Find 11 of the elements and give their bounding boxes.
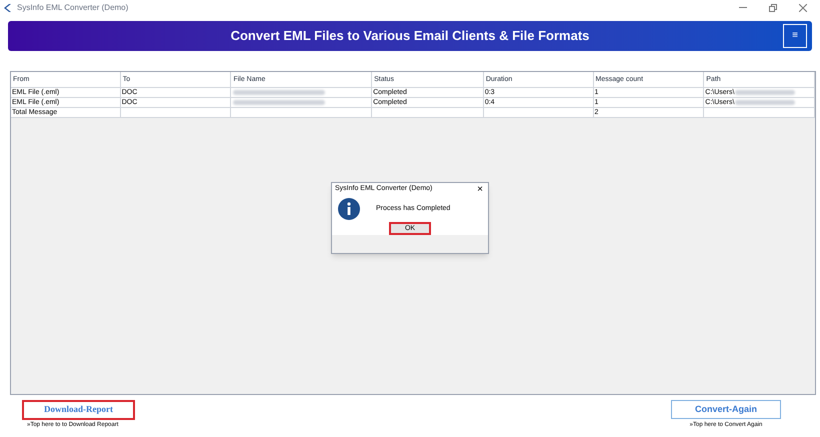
app-logo-icon bbox=[3, 2, 12, 12]
download-report-button[interactable]: Download-Report bbox=[22, 400, 135, 420]
restore-icon[interactable] bbox=[769, 4, 777, 12]
dialog-close-button[interactable]: × bbox=[477, 184, 483, 194]
window-title: SysInfo EML Converter (Demo) bbox=[17, 2, 128, 14]
banner-title: Convert EML Files to Various Email Clients & File Formats bbox=[230, 27, 590, 46]
blurred-text-drawing bbox=[735, 100, 796, 105]
menu-button[interactable]: ≡ bbox=[783, 24, 807, 48]
convert-again-button[interactable]: Convert-Again bbox=[671, 400, 781, 419]
blurred-text-drawing bbox=[735, 90, 796, 95]
close-icon[interactable] bbox=[799, 4, 807, 12]
